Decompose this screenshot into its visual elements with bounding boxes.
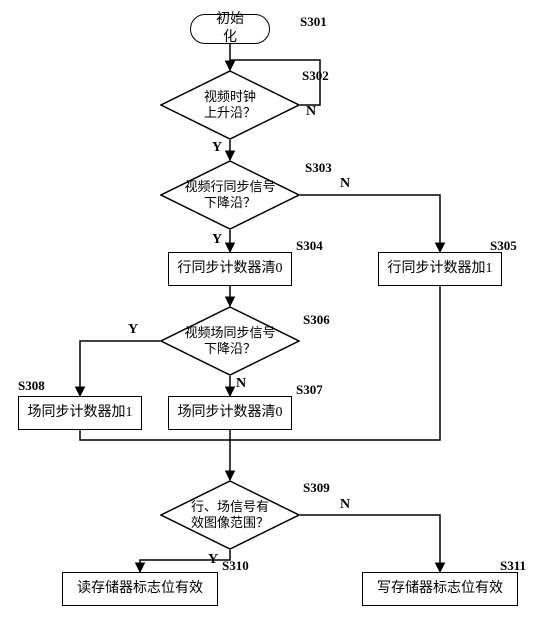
branch-y-s302: Y — [212, 140, 222, 156]
decision-clock-rising: 视频时钟上升沿？ — [160, 70, 300, 140]
label-s308: S308 — [18, 378, 45, 394]
process-inc-vcounter: 场同步计数器加1 — [18, 396, 142, 430]
branch-y-s306: Y — [128, 322, 138, 338]
decision-hsync-text: 视频行同步信号下降沿？ — [184, 179, 275, 212]
process-read-text: 读存储器标志位有效 — [77, 580, 203, 598]
branch-n-s302: N — [306, 104, 316, 120]
process-clear-v-text: 场同步计数器清0 — [178, 404, 283, 422]
start-text: 初始化 — [211, 11, 249, 47]
process-write-text: 写存储器标志位有效 — [377, 580, 503, 598]
label-s310: S310 — [222, 558, 249, 574]
branch-y-s303: Y — [212, 232, 222, 248]
decision-valid-text: 行、场信号有效图像范围？ — [191, 499, 269, 532]
label-s304: S304 — [296, 238, 323, 254]
process-inc-v-text: 场同步计数器加1 — [28, 404, 133, 422]
decision-clock-text: 视频时钟上升沿？ — [204, 89, 256, 122]
label-s307: S307 — [296, 382, 323, 398]
label-s301: S301 — [300, 14, 327, 30]
process-inc-h-text: 行同步计数器加1 — [388, 260, 493, 278]
decision-hsync-falling: 视频行同步信号下降沿？ — [160, 160, 300, 230]
label-s302: S302 — [302, 68, 329, 84]
label-s305: S305 — [490, 238, 517, 254]
label-s309: S309 — [303, 480, 330, 496]
process-clear-vcounter: 场同步计数器清0 — [168, 396, 292, 430]
decision-valid-range: 行、场信号有效图像范围？ — [160, 480, 300, 550]
branch-n-s303: N — [340, 176, 350, 192]
process-write-flag: 写存储器标志位有效 — [362, 572, 518, 606]
process-inc-hcounter: 行同步计数器加1 — [378, 252, 502, 286]
label-s311: S311 — [500, 558, 526, 574]
decision-vsync-falling: 视频场同步信号下降沿？ — [160, 306, 300, 376]
branch-y-s309: Y — [208, 552, 218, 568]
process-clear-h-text: 行同步计数器清0 — [178, 260, 283, 278]
label-s306: S306 — [303, 312, 330, 328]
start-terminator: 初始化 — [190, 14, 270, 44]
label-s303: S303 — [305, 160, 332, 176]
process-clear-hcounter: 行同步计数器清0 — [168, 252, 292, 286]
decision-vsync-text: 视频场同步信号下降沿？ — [184, 325, 275, 358]
branch-n-s309: N — [340, 497, 350, 513]
branch-n-s306: N — [236, 376, 246, 392]
process-read-flag: 读存储器标志位有效 — [62, 572, 218, 606]
